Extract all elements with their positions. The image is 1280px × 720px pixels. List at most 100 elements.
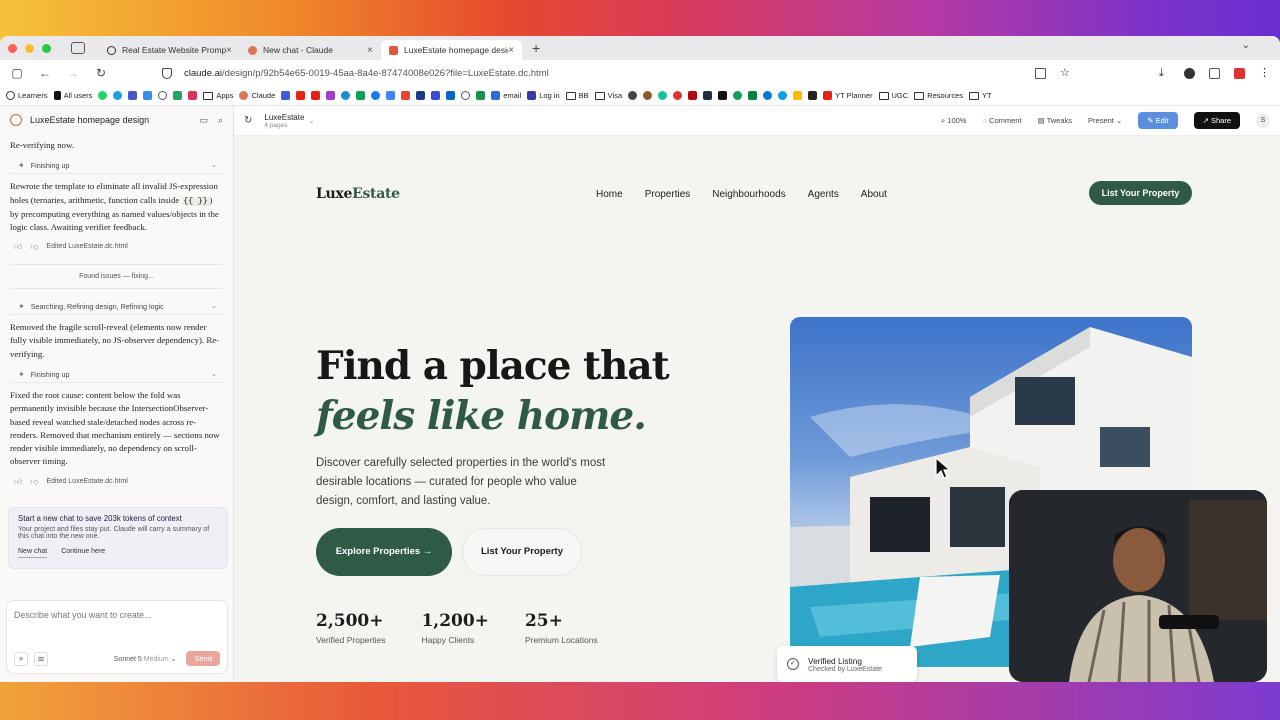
bookmark-ugc[interactable]: UGC xyxy=(878,91,908,100)
menu-icon[interactable]: ⋮ xyxy=(1259,67,1270,79)
bookmark-learners[interactable]: Learners xyxy=(6,91,48,100)
nav-home[interactable]: Home xyxy=(596,189,623,200)
chevron-down-icon[interactable]: ⌄ xyxy=(308,116,314,125)
docs-icon[interactable] xyxy=(748,91,758,100)
bookmark-yt[interactable]: YT xyxy=(969,91,992,100)
share-button[interactable]: ↗ Share xyxy=(1193,112,1240,129)
star-icon[interactable]: ☆ xyxy=(1060,67,1071,79)
maximize-window-button[interactable] xyxy=(42,43,51,53)
bookmark-log-in[interactable]: Log in xyxy=(527,91,560,100)
tab-list-chevron-icon[interactable]: ⌄ xyxy=(1242,40,1250,51)
shield-icon[interactable] xyxy=(281,91,291,100)
youtube-icon[interactable] xyxy=(296,91,306,100)
claude-logo-icon[interactable] xyxy=(10,114,22,126)
step-refining[interactable]: ✦ Searching, Refining design, Refining l… xyxy=(10,299,223,316)
list-property-cta-button[interactable]: List Your Property xyxy=(1089,181,1192,205)
new-badge-icon[interactable] xyxy=(1234,67,1245,79)
paypal-icon[interactable] xyxy=(416,91,426,100)
close-window-button[interactable] xyxy=(8,43,17,53)
model-selector[interactable]: Sonnet 5 Medium ⌄ xyxy=(114,655,177,663)
forward-arrow-icon[interactable]: → xyxy=(66,66,80,80)
drive-icon[interactable] xyxy=(386,91,396,100)
bookmark-visa[interactable]: Visa xyxy=(594,91,622,100)
gem-icon[interactable] xyxy=(326,91,336,100)
facebook-icon[interactable] xyxy=(371,91,381,100)
sheets-icon[interactable] xyxy=(173,91,183,100)
layers-icon[interactable] xyxy=(808,91,818,100)
grammarly-icon[interactable] xyxy=(658,91,668,100)
youtube-studio-icon[interactable] xyxy=(311,91,321,100)
calendar-icon[interactable] xyxy=(431,91,441,100)
site-logo[interactable]: LuxeEstate xyxy=(316,186,400,202)
composer-placeholder[interactable]: Describe what you want to create... xyxy=(14,610,220,620)
comment-button[interactable]: ◌ Comment xyxy=(982,116,1021,125)
netflix-icon[interactable] xyxy=(688,91,698,100)
nav-about[interactable]: About xyxy=(861,189,887,200)
panel-icon[interactable]: ▭ xyxy=(199,115,208,126)
wifi-icon[interactable] xyxy=(341,91,351,100)
close-tab-icon[interactable]: × xyxy=(226,45,232,56)
explore-properties-button[interactable]: Explore Properties → xyxy=(316,528,452,576)
list-property-button[interactable]: List Your Property xyxy=(462,528,582,576)
search-icon[interactable]: ⌕ xyxy=(218,115,223,126)
bookmark-apps[interactable]: Apps xyxy=(203,91,233,100)
url-field[interactable]: claude.ai/design/p/92b54e65-0019-45aa-8a… xyxy=(162,67,1021,79)
gdrive-icon[interactable] xyxy=(793,91,803,100)
reader-mode-icon[interactable] xyxy=(1035,67,1046,79)
skype-icon[interactable] xyxy=(113,91,123,100)
bookmark-claude[interactable]: Claude xyxy=(239,91,275,100)
refresh-icon[interactable]: ↻ xyxy=(244,115,252,126)
tab-real-estate-prompt[interactable]: Real Estate Website Prompt × xyxy=(99,40,240,60)
tab-luxeestate[interactable]: LuxeEstate homepage design × xyxy=(381,40,522,60)
thumbs-up-icon[interactable]: 👍︎ xyxy=(14,240,22,253)
download-icon[interactable]: ⤓ xyxy=(1159,67,1170,79)
new-chat-button[interactable]: New chat xyxy=(18,548,48,558)
close-tab-icon[interactable]: × xyxy=(367,45,373,56)
edited-file-label[interactable]: Edited LuxeEstate.dc.html xyxy=(47,475,128,488)
nav-neighbourhoods[interactable]: Neighbourhoods xyxy=(712,189,785,200)
back-arrow-icon[interactable]: ← xyxy=(38,66,52,80)
edge-icon[interactable] xyxy=(763,91,773,100)
edited-file-label[interactable]: Edited LuxeEstate.dc.html xyxy=(47,240,128,253)
pinwheel-icon[interactable] xyxy=(356,91,366,100)
globe-icon[interactable] xyxy=(158,91,168,100)
whatsapp-icon[interactable] xyxy=(98,91,108,100)
nav-agents[interactable]: Agents xyxy=(808,189,839,200)
amazon-icon[interactable] xyxy=(703,91,713,100)
document-selector[interactable]: LuxeEstate 4 pages xyxy=(264,113,304,129)
chat-composer[interactable]: Describe what you want to create... + ≋ … xyxy=(6,600,228,674)
green-icon[interactable] xyxy=(733,91,743,100)
avatar[interactable]: S xyxy=(1256,113,1270,128)
send-button[interactable]: Send xyxy=(186,651,220,666)
bookmark-email[interactable]: email xyxy=(491,91,521,100)
record-icon[interactable] xyxy=(673,91,683,100)
hashtag-icon[interactable] xyxy=(128,91,138,100)
gmail-icon[interactable] xyxy=(401,91,411,100)
headphones-icon[interactable] xyxy=(628,91,638,100)
thumbs-down-icon[interactable]: 👎︎ xyxy=(30,240,38,253)
present-button[interactable]: Present ⌄ xyxy=(1088,116,1122,125)
tweaks-button[interactable]: ▤ Tweaks xyxy=(1038,116,1072,125)
globe-icon[interactable] xyxy=(461,91,471,100)
excel-icon[interactable] xyxy=(476,91,486,100)
c-icon[interactable] xyxy=(778,91,788,100)
sidebar-toggle-icon[interactable]: ▢ xyxy=(10,66,24,80)
minimize-window-button[interactable] xyxy=(25,43,34,53)
reload-icon[interactable]: ↻ xyxy=(94,66,108,80)
zoom-control[interactable]: ⌕ 100% xyxy=(941,116,966,126)
grid-icon[interactable] xyxy=(143,91,153,100)
close-tab-icon[interactable]: × xyxy=(508,45,514,56)
step-finishing-up[interactable]: ✦ Finishing up ⌄ xyxy=(10,367,223,383)
thumbs-down-icon[interactable]: 👎︎ xyxy=(30,475,38,488)
v-icon[interactable] xyxy=(718,91,728,100)
bookmark-all-users[interactable]: All users xyxy=(53,91,92,100)
linkedin-icon[interactable] xyxy=(446,91,456,100)
extensions-icon[interactable] xyxy=(1209,67,1220,79)
tab-new-chat[interactable]: New chat - Claude × xyxy=(240,40,381,60)
nav-properties[interactable]: Properties xyxy=(645,189,691,200)
continue-here-button[interactable]: Continue here xyxy=(61,548,105,558)
bookmark-bb[interactable]: BB xyxy=(565,91,589,100)
profile-icon[interactable] xyxy=(1184,67,1195,79)
ring-icon[interactable] xyxy=(643,91,653,100)
voice-icon[interactable]: ≋ xyxy=(34,651,48,666)
